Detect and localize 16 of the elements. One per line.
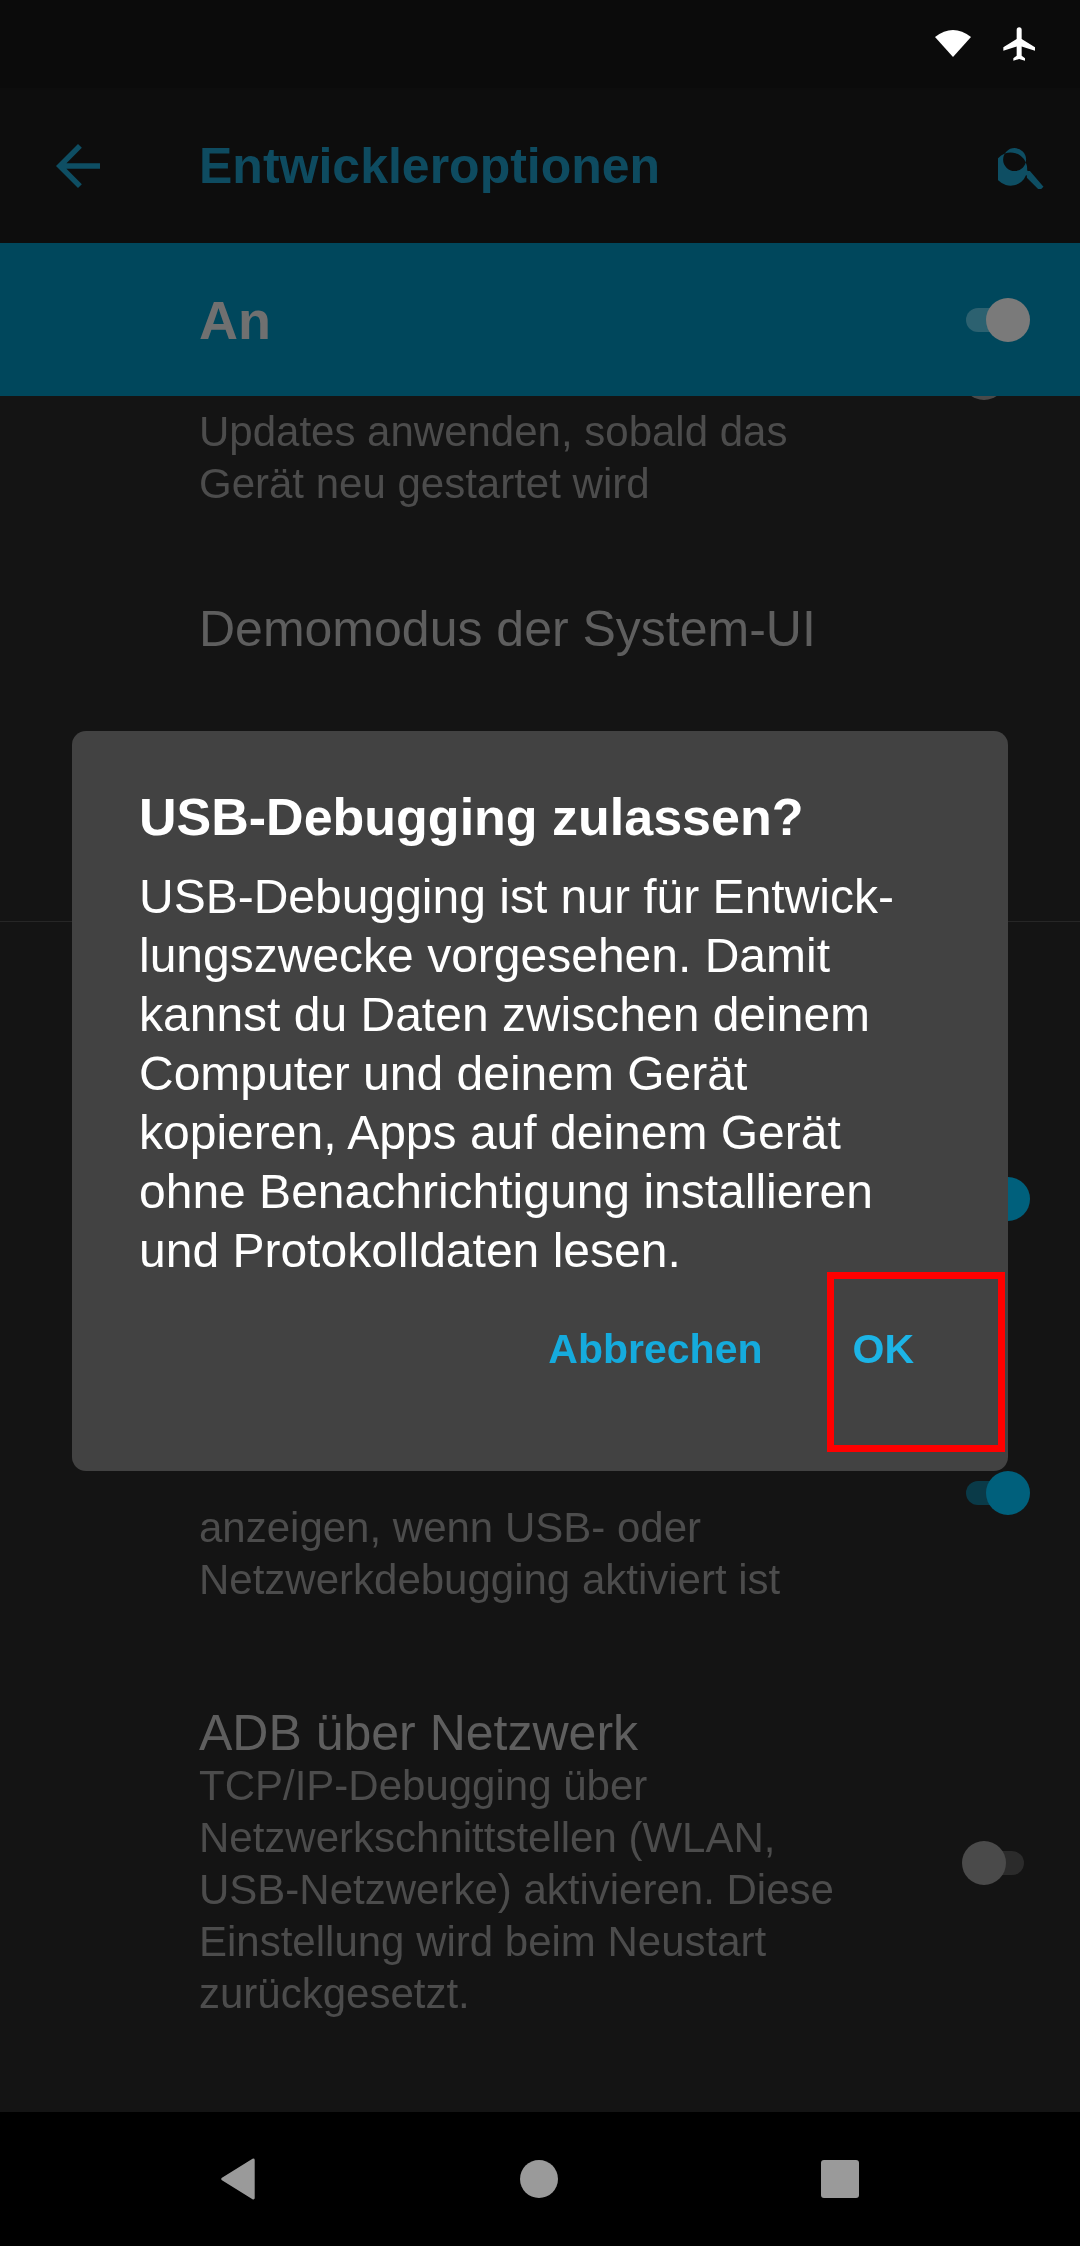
back-nav-icon[interactable] xyxy=(218,2158,258,2200)
dialog-title: USB-Debugging zulassen? xyxy=(139,789,805,845)
setting-summary: Updates anwenden, sobald das Gerät neu gestartet wird xyxy=(199,407,789,509)
setting-summary: anzeigen, wenn USB- oder Netzwerkdebugging aktiviert ist xyxy=(199,1503,782,1605)
screen-title: Entwickleroptionen xyxy=(199,136,661,195)
setting-title: ADB über Netzwerk xyxy=(199,1706,640,1760)
back-icon[interactable] xyxy=(56,143,100,188)
setting-title: Demomodus der System-UI xyxy=(199,602,817,656)
setting-summary: TCP/IP-Debugging über Netzwerkschnittstellen (WLAN, USB-Netzwerke) aktivieren. Diese Einstellung wird beim Neustart zurückgesetzt. xyxy=(199,1761,835,2019)
master-switch-label: An xyxy=(199,288,271,351)
dialog-button[interactable]: Abbrechen xyxy=(526,1310,785,1389)
recents-nav-icon[interactable] xyxy=(820,2158,860,2200)
dialog-button[interactable]: OK xyxy=(830,1310,936,1389)
wifi-icon xyxy=(932,29,974,59)
dialog-message: USB-Debugging ist nur für Entwick- lungszwecke vorgesehen. Damit kannst du Daten zwischen deinem Computer und deinem Gerät kopieren, Apps auf deinem Gerät ohne Benachrichtigung installieren und Protokolldaten lesen. xyxy=(139,869,895,1279)
home-nav-icon[interactable] xyxy=(519,2158,559,2200)
